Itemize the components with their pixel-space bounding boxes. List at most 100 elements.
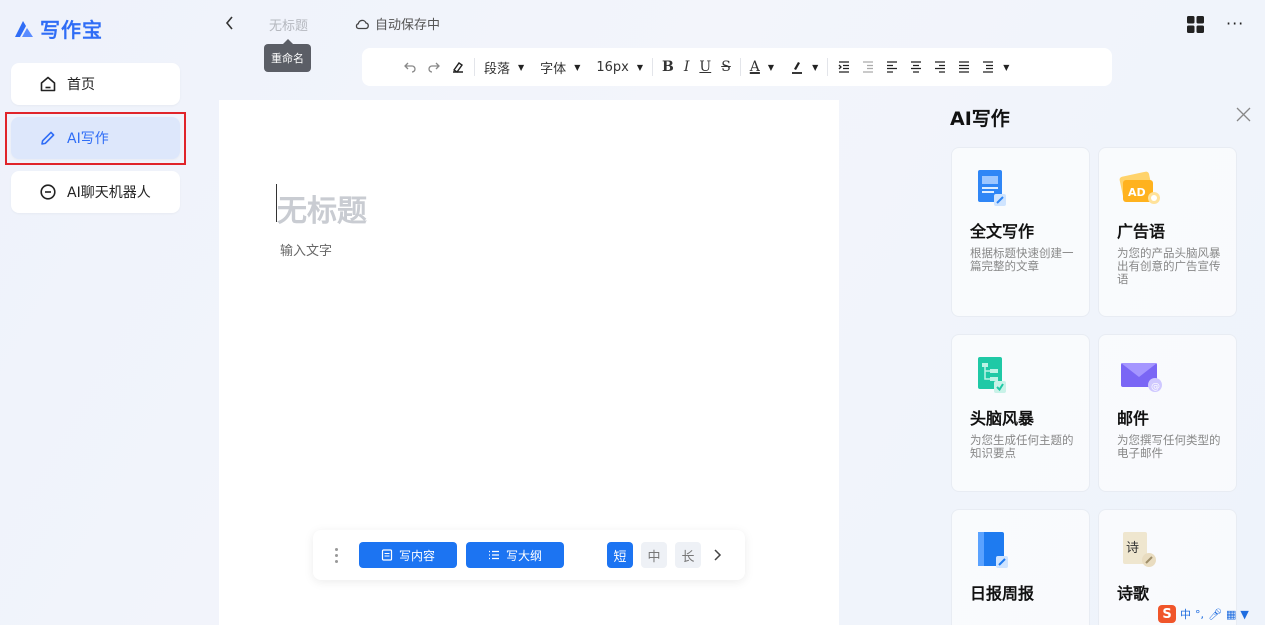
- strikethrough-button[interactable]: S: [716, 48, 736, 86]
- highlight-color-button[interactable]: ▼: [785, 48, 823, 86]
- sidebar-item-label: AI聊天机器人: [67, 185, 151, 201]
- font-size-label: 16px: [596, 59, 629, 75]
- highlight-frame: [5, 112, 186, 165]
- card-desc: 为您的产品头脑风暴出有创意的广告宣传语: [1117, 246, 1221, 286]
- ime-logo-icon: S: [1158, 605, 1176, 623]
- svg-text:诗: 诗: [1126, 541, 1139, 556]
- write-content-button[interactable]: 写内容: [359, 542, 457, 568]
- card-daily-weekly-report[interactable]: 日报周报: [951, 509, 1090, 625]
- ime-mode: 中: [1180, 608, 1191, 621]
- length-medium-button[interactable]: 中: [641, 542, 667, 568]
- drag-handle-icon[interactable]: [331, 547, 341, 563]
- undo-icon: [404, 62, 416, 73]
- highlighter-icon: [792, 62, 803, 74]
- indent-button[interactable]: [832, 48, 856, 86]
- underline-button[interactable]: U: [694, 48, 716, 86]
- line-spacing-select[interactable]: ▼: [976, 48, 1014, 86]
- more-menu-icon[interactable]: ···: [1226, 14, 1244, 33]
- paragraph-select[interactable]: 段落 ▼: [479, 48, 529, 86]
- align-center-button[interactable]: [904, 48, 928, 86]
- card-title: 广告语: [1117, 222, 1166, 241]
- caret-down-icon: ▼: [812, 62, 819, 72]
- align-left-button[interactable]: [880, 48, 904, 86]
- home-icon: [40, 76, 56, 92]
- apps-grid-icon[interactable]: [1187, 16, 1204, 33]
- doc-title-tab[interactable]: 无标题: [269, 15, 308, 34]
- divider: [474, 58, 475, 76]
- font-select[interactable]: 字体 ▼: [535, 48, 585, 86]
- logo-text: 写作宝: [40, 18, 103, 42]
- ai-panel-title: AI写作: [950, 108, 1010, 130]
- write-outline-label: 写大纲: [505, 548, 542, 563]
- caret-down-icon: ▼: [636, 62, 643, 72]
- card-desc: 根据标题快速创建一篇完整的文章: [970, 246, 1074, 273]
- ime-toolbar[interactable]: S 中 °, 🎤︎ ▦ ▼: [1158, 603, 1265, 625]
- justify-button[interactable]: [952, 48, 976, 86]
- italic-button[interactable]: I: [679, 48, 695, 86]
- paragraph-label: 段落: [484, 61, 511, 77]
- autosave-status: 自动保存中: [354, 14, 440, 33]
- divider: [827, 58, 829, 76]
- sidebar-item-home[interactable]: 首页: [11, 63, 180, 105]
- document-write-icon: [978, 170, 1006, 206]
- length-long-button[interactable]: 长: [675, 542, 701, 568]
- card-title: 诗歌: [1117, 584, 1150, 603]
- ime-punct-icon: °,: [1195, 607, 1204, 621]
- mindmap-icon: [978, 357, 1006, 393]
- autosave-label: 自动保存中: [375, 18, 441, 33]
- font-color-button[interactable]: A ▼: [745, 48, 779, 86]
- align-right-icon: [935, 61, 946, 73]
- logo-icon: [15, 20, 33, 37]
- card-brainstorm[interactable]: 头脑风暴 为您生成任何主题的知识要点: [951, 334, 1090, 492]
- list-icon: [488, 550, 499, 560]
- card-title: 头脑风暴: [970, 409, 1035, 428]
- justify-icon: [959, 61, 970, 73]
- caret-down-icon: ▼: [1003, 62, 1010, 72]
- ai-action-bar: 写内容 写大纲 短 中 长: [313, 530, 745, 580]
- font-size-select[interactable]: 16px ▼: [591, 48, 648, 86]
- back-arrow-icon[interactable]: [222, 14, 238, 32]
- indent-icon: [838, 61, 850, 73]
- undo-button[interactable]: [398, 48, 422, 86]
- title-input[interactable]: 无标题: [277, 186, 367, 230]
- body-input[interactable]: 输入文字: [280, 240, 332, 259]
- align-right-button[interactable]: [928, 48, 952, 86]
- report-book-icon: [978, 532, 1008, 568]
- card-full-article[interactable]: 全文写作 根据标题快速创建一篇完整的文章: [951, 147, 1090, 317]
- rename-tooltip: 重命名: [264, 39, 311, 72]
- card-title: 日报周报: [970, 584, 1035, 603]
- align-center-icon: [911, 61, 922, 73]
- eraser-icon: [453, 62, 463, 73]
- format-toolbar: 段落 ▼ 字体 ▼ 16px ▼ B I U S A ▼ ▼ ▼: [362, 48, 1112, 86]
- sidebar-item-label: 首页: [67, 77, 95, 93]
- close-icon[interactable]: [1236, 107, 1251, 122]
- card-email[interactable]: @ 邮件 为您撰写任何类型的电子邮件: [1098, 334, 1237, 492]
- redo-button[interactable]: [422, 48, 446, 86]
- length-short-button[interactable]: 短: [607, 542, 633, 568]
- divider: [739, 58, 741, 76]
- cloud-icon: [355, 19, 369, 29]
- redo-icon: [428, 62, 440, 73]
- card-desc: 为您生成任何主题的知识要点: [970, 433, 1074, 460]
- ime-keyboard-icon: ▦: [1225, 607, 1237, 621]
- clear-format-button[interactable]: [446, 48, 470, 86]
- card-title: 邮件: [1117, 409, 1150, 428]
- app-logo[interactable]: 写作宝: [12, 14, 103, 43]
- outdent-icon: [863, 61, 874, 73]
- poem-icon: 诗: [1123, 532, 1156, 567]
- card-slogan[interactable]: AD 广告语 为您的产品头脑风暴出有创意的广告宣传语: [1098, 147, 1237, 317]
- bold-button[interactable]: B: [657, 48, 679, 86]
- write-outline-button[interactable]: 写大纲: [466, 542, 564, 568]
- svg-text:AD: AD: [1128, 186, 1146, 199]
- chevron-right-icon[interactable]: [711, 548, 723, 562]
- card-desc: 为您撰写任何类型的电子邮件: [1117, 433, 1221, 460]
- align-left-icon: [887, 61, 898, 73]
- font-label: 字体: [540, 61, 567, 77]
- sidebar-item-chatbot[interactable]: AI聊天机器人: [11, 171, 180, 213]
- svg-text:@: @: [1151, 382, 1160, 392]
- email-icon: @: [1121, 363, 1162, 392]
- card-title: 全文写作: [970, 222, 1035, 241]
- outdent-button[interactable]: [856, 48, 880, 86]
- caret-down-icon: ▼: [518, 62, 525, 72]
- write-content-label: 写内容: [398, 548, 435, 563]
